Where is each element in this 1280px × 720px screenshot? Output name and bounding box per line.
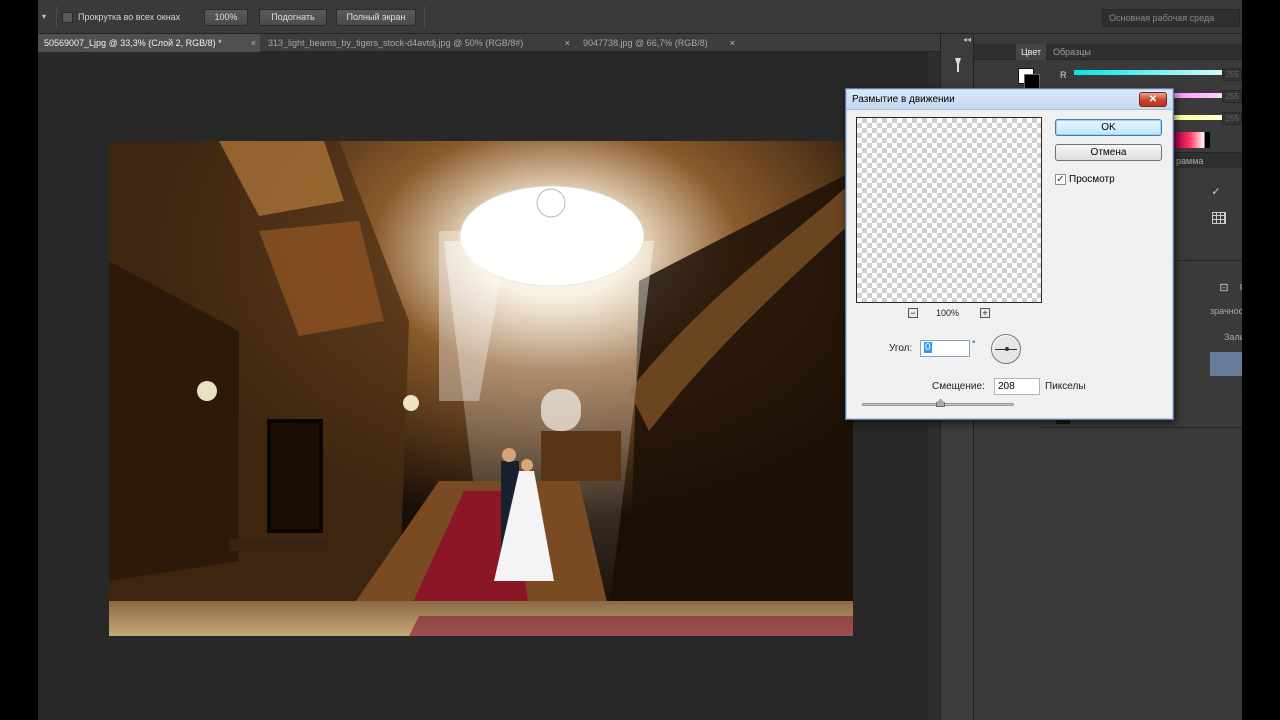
angle-input[interactable]: 0 xyxy=(920,340,970,357)
close-icon[interactable]: × xyxy=(251,34,256,52)
grid-icon[interactable] xyxy=(1212,212,1226,224)
color-ramp[interactable] xyxy=(1174,132,1210,148)
fit-screen-button[interactable]: Подогнать xyxy=(259,9,327,26)
color-panel-tabs: Цвет Образцы xyxy=(974,44,1242,60)
close-icon[interactable]: ✕ xyxy=(1139,92,1167,107)
selected-layer-row[interactable] xyxy=(1210,352,1242,376)
canvas-area[interactable] xyxy=(38,52,926,720)
zoom-100-button[interactable]: 100% xyxy=(204,9,248,26)
panel-tab-gamma[interactable]: рамма xyxy=(1174,152,1242,168)
channel-r-label: R xyxy=(1060,70,1067,80)
tab-label: 9047738.jpg @ 66,7% (RGB/8) xyxy=(583,38,708,48)
preview-zoom-level: 100% xyxy=(936,308,960,318)
tab-label: 50569007_Ljpg @ 33,3% (Слой 2, RGB/8) * xyxy=(44,38,222,48)
arrow-icon[interactable]: ✓ xyxy=(1210,186,1222,198)
document-image[interactable] xyxy=(109,141,853,636)
opacity-label: зрачность: xyxy=(1210,306,1242,316)
preview-checkbox[interactable]: ✓ xyxy=(1055,174,1066,185)
dialog-title: Размытие в движении xyxy=(852,94,955,105)
angle-dial[interactable] xyxy=(991,334,1021,364)
crop-icon[interactable]: ⊡ xyxy=(1218,282,1230,294)
tab-document-1[interactable]: 50569007_Ljpg @ 33,3% (Слой 2, RGB/8) * … xyxy=(38,34,260,52)
close-icon[interactable]: × xyxy=(730,34,735,52)
degree-symbol: ° xyxy=(972,339,976,349)
new-document-icon[interactable]: ⧉ xyxy=(1238,282,1242,294)
document-tabs: 50569007_Ljpg @ 33,3% (Слой 2, RGB/8) * … xyxy=(38,34,940,52)
close-icon[interactable]: × xyxy=(565,34,570,52)
fullscreen-button[interactable]: Полный экран xyxy=(336,9,416,26)
scroll-all-windows-label: Прокрутка во всех окнах xyxy=(78,12,181,22)
zoom-out-button[interactable]: − xyxy=(908,308,918,318)
tool-preset-dropdown-icon[interactable]: ▾ xyxy=(42,12,52,22)
cancel-button[interactable]: Отмена xyxy=(1055,144,1162,161)
zoom-in-button[interactable]: + xyxy=(980,308,990,318)
r-value[interactable]: 255 xyxy=(1222,68,1242,81)
workspace-switcher[interactable]: Основная рабочая среда xyxy=(1102,9,1240,27)
tab-label: 313_light_beams_by_tigers_stock-d4avtdj.… xyxy=(268,38,524,48)
scroll-all-windows-checkbox[interactable] xyxy=(62,12,73,23)
ok-button[interactable]: OK xyxy=(1055,119,1162,136)
staircase-photo xyxy=(109,141,853,636)
angle-value: 0 xyxy=(924,342,932,353)
history-brush-icon[interactable] xyxy=(949,56,967,74)
collapse-panels-icon[interactable]: ◂◂ xyxy=(963,35,971,44)
filter-preview[interactable] xyxy=(856,117,1042,303)
g-value[interactable]: 255 xyxy=(1222,90,1242,103)
preview-checkbox-label: Просмотр xyxy=(1069,174,1115,185)
divider xyxy=(424,6,425,28)
options-bar: ▾ Прокрутка во всех окнах 100% Подогнать… xyxy=(38,0,1242,34)
divider xyxy=(56,6,57,28)
tab-color[interactable]: Цвет xyxy=(1016,44,1047,60)
b-value[interactable]: 255 xyxy=(1222,112,1242,125)
tab-document-2[interactable]: 313_light_beams_by_tigers_stock-d4avtdj.… xyxy=(262,34,572,52)
fill-label: Заливка: xyxy=(1224,332,1242,342)
offset-unit-label: Пикселы xyxy=(1045,381,1086,392)
offset-input[interactable]: 208 xyxy=(994,378,1040,395)
offset-label: Смещение: xyxy=(932,381,985,392)
angle-label: Угол: xyxy=(889,343,913,354)
tab-document-3[interactable]: 9047738.jpg @ 66,7% (RGB/8) × xyxy=(577,34,737,52)
tab-swatches[interactable]: Образцы xyxy=(1048,44,1096,60)
dialog-titlebar[interactable]: Размытие в движении ✕ xyxy=(847,90,1172,110)
motion-blur-dialog: Размытие в движении ✕ − 100% + OK Отмена… xyxy=(845,88,1174,420)
offset-slider-thumb[interactable] xyxy=(936,399,945,407)
r-slider[interactable] xyxy=(1074,70,1242,75)
